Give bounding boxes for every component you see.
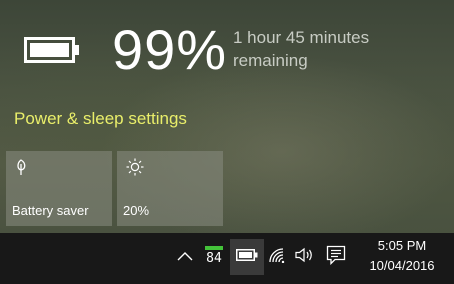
meter-tray-item[interactable]: 84 xyxy=(201,241,227,273)
taskbar: 84 5:05 PM 10/04/2016 xyxy=(0,233,454,284)
clock-button[interactable]: 5:05 PM 10/04/2016 xyxy=(354,236,450,280)
volume-tray-button[interactable] xyxy=(293,241,317,273)
show-hidden-icons-button[interactable] xyxy=(174,241,196,273)
brightness-icon xyxy=(126,158,144,176)
battery-saver-label: Battery saver xyxy=(12,203,89,218)
battery-flyout: 99% 1 hour 45 minutes remaining Power & … xyxy=(0,0,454,233)
battery-tray-button[interactable] xyxy=(230,239,264,275)
brightness-label: 20% xyxy=(123,203,150,218)
brightness-tile[interactable]: 20% xyxy=(117,151,223,226)
wifi-tray-button[interactable] xyxy=(266,241,288,273)
notification-icon xyxy=(326,245,346,270)
battery-saver-tile[interactable]: Battery saver xyxy=(6,151,112,226)
wifi-icon xyxy=(268,247,286,268)
volume-icon xyxy=(295,247,315,268)
remaining-line-2: remaining xyxy=(233,51,308,70)
action-center-button[interactable] xyxy=(323,241,349,273)
clock-date: 10/04/2016 xyxy=(369,258,435,273)
battery-percentage: 99% xyxy=(112,18,228,81)
remaining-line-1: 1 hour 45 minutes xyxy=(233,28,370,47)
battery-tray-icon xyxy=(236,248,258,266)
chevron-up-icon xyxy=(177,248,193,266)
leaf-icon xyxy=(15,158,33,176)
power-sleep-settings-link[interactable]: Power & sleep settings xyxy=(14,107,187,131)
clock-time: 5:05 PM xyxy=(377,238,427,253)
battery-icon xyxy=(24,37,80,63)
meter-bar xyxy=(205,246,223,250)
battery-time-remaining: 1 hour 45 minutes remaining xyxy=(233,26,433,72)
meter-icon: 84 xyxy=(203,243,225,271)
meter-value: 84 xyxy=(206,251,222,266)
